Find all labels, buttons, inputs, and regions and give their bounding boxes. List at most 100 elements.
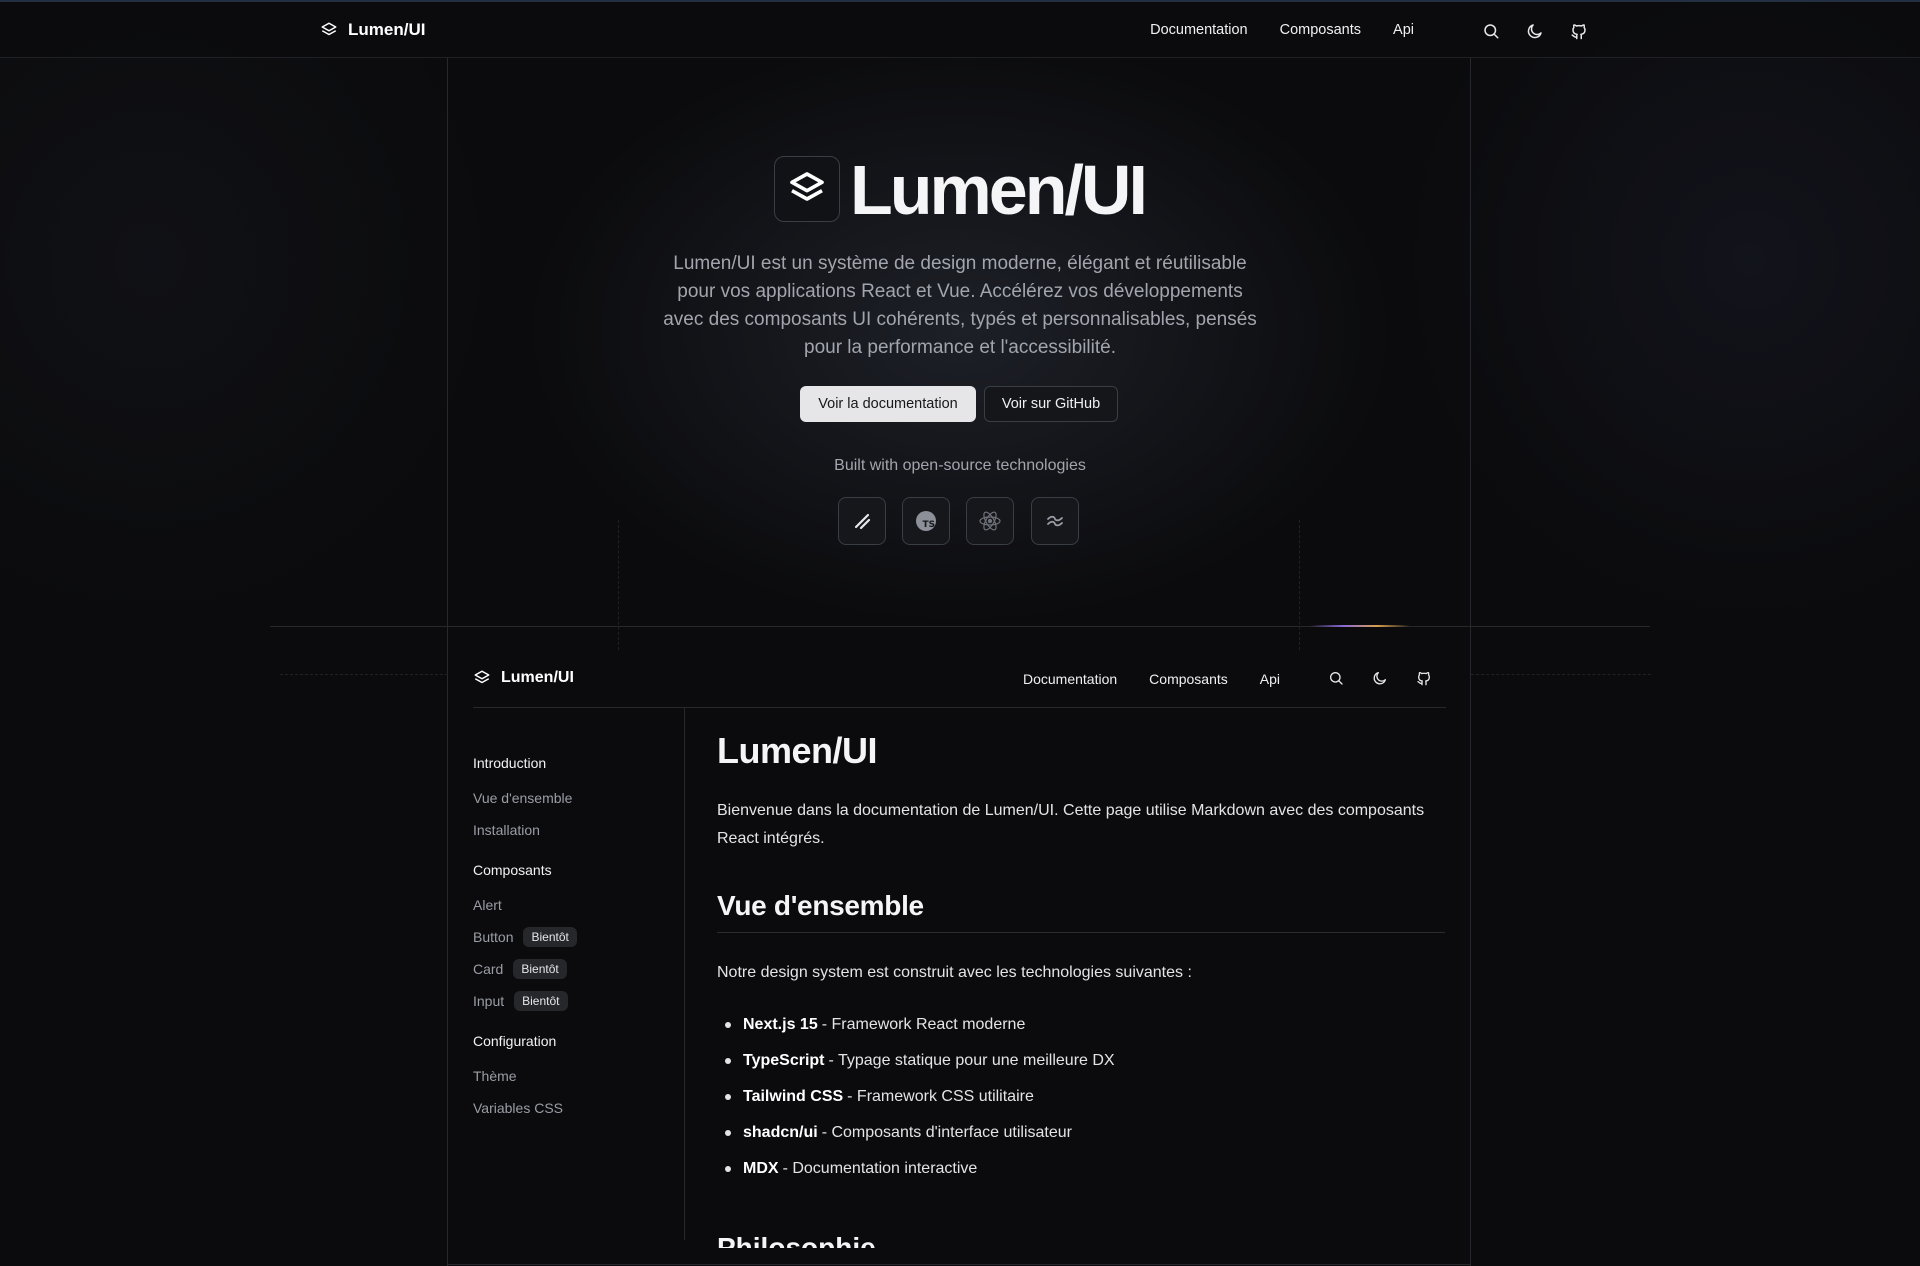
svg-text:TS: TS [923,520,936,530]
tech-react[interactable] [966,497,1014,545]
preview-nav-api[interactable]: Api [1260,671,1280,687]
guide-line [1299,520,1300,650]
bullet [725,1058,731,1064]
sidebar-item-label: Vue d'ensemble [473,790,573,806]
list-item-desc: - Documentation interactive [782,1160,978,1177]
list-item: Tailwind CSS - Framework CSS utilitaire [717,1079,1115,1115]
typescript-icon: TS [916,511,936,531]
nav-documentation[interactable]: Documentation [1150,22,1248,38]
doc-intro: Bienvenue dans la documentation de Lumen… [717,802,1425,847]
nextjs-icon [854,513,871,530]
sidebar-divider [684,708,685,1240]
github-icon[interactable] [1416,670,1432,686]
accent-beam [1310,625,1410,627]
sidebar-heading: Introduction [473,755,547,771]
nav-icon-group [1482,22,1588,40]
sidebar-item-label: Variables CSS [473,1100,564,1116]
list-item: Next.js 15- Framework React moderne [717,1007,1115,1043]
bullet [725,1094,731,1100]
sidebar-group-configuration: Configuration Thème Variables CSS [473,1033,673,1119]
preview-nav-documentation[interactable]: Documentation [1023,671,1117,687]
bullet [725,1022,731,1028]
sidebar-item-button[interactable]: Button Bientôt [473,926,673,948]
list-item: shadcn/ui - Composants d'interface utilis… [717,1115,1115,1151]
sidebar-group-composants: Composants Alert Button Bientôt Card Bient… [473,862,673,1012]
list-item-name: shadcn/ui [743,1124,818,1141]
sidebar-item-label: Input [473,993,505,1009]
view-github-button[interactable]: Voir sur GitHub [984,386,1118,422]
preview-brand-name: Lumen/UI [501,669,574,686]
sidebar-heading: Configuration [473,1033,557,1049]
preview-header-divider [473,707,1446,708]
guide-line [618,520,619,650]
soon-badge: Bientôt [514,991,568,1011]
section-lead: Notre design system est construit avec l… [717,964,1192,981]
sidebar-item-theme[interactable]: Thème [473,1065,673,1087]
tech-typescript[interactable]: TS [902,497,950,545]
docs-sidebar: Introduction Vue d'ensemble Installation… [473,755,673,1140]
hero-title: Lumen/UI [850,151,1148,229]
sidebar-group-introduction: Introduction Vue d'ensemble Installation [473,755,673,841]
sidebar-item-input[interactable]: Input Bientôt [473,990,673,1012]
layers-logo-icon [321,22,337,36]
guide-line [1471,674,1651,675]
main-nav: Documentation Composants Api [1150,22,1414,38]
list-item-desc: - Typage statique pour une meilleure DX [828,1052,1115,1069]
sidebar-item-label: Thème [473,1068,517,1084]
list-item-name: MDX [743,1160,779,1177]
sidebar-item-label: Alert [473,897,502,913]
github-icon[interactable] [1570,22,1588,40]
hero-description: Lumen/UI est un système de design modern… [663,253,1257,358]
sidebar-item-label: Button [473,929,514,945]
list-item-desc: - Framework React moderne [821,1016,1026,1033]
sidebar-item-installation[interactable]: Installation [473,819,673,841]
docs-content: Lumen/UI Bienvenue dans la documentation… [717,730,1445,1248]
tech-nextjs[interactable] [838,497,886,545]
sidebar-item-overview[interactable]: Vue d'ensemble [473,787,673,809]
brand-link[interactable]: Lumen/UI [320,20,425,40]
sidebar-heading: Composants [473,862,552,878]
section-heading-overview: Vue d'ensemble [717,890,1445,933]
frame-line-left [447,58,448,1266]
layers-logo-icon [474,670,490,684]
nav-api[interactable]: Api [1393,22,1414,38]
brand-name: Lumen/UI [348,20,426,39]
frame-line-right [1470,58,1471,1266]
tech-tailwind[interactable] [1031,497,1079,545]
layers-logo-icon [790,172,824,201]
tailwind-icon [1047,515,1063,527]
list-item-name: TypeScript [743,1052,825,1069]
search-icon[interactable] [1482,22,1500,40]
list-item-name: Next.js 15 [743,1016,818,1033]
soon-badge: Bientôt [523,927,577,947]
preview-brand-link[interactable]: Lumen/UI [473,669,574,687]
frame-line-bottom [447,1264,1471,1265]
list-item-desc: - Framework CSS utilitaire [847,1088,1034,1105]
list-item: MDX - Documentation interactive [717,1151,1115,1187]
list-item-desc: - Composants d'interface utilisateur [821,1124,1072,1141]
soon-badge: Bientôt [513,959,567,979]
hero-logo [774,156,840,222]
moon-icon[interactable] [1372,670,1388,686]
frame-line-middle [270,626,1650,627]
sidebar-item-label: Card [473,961,504,977]
doc-title: Lumen/UI [717,730,878,771]
preview-nav-icon-group [1328,670,1432,686]
bullet [725,1130,731,1136]
list-item-name: Tailwind CSS [743,1088,844,1105]
moon-icon[interactable] [1526,22,1544,40]
view-docs-button[interactable]: Voir la documentation [800,386,976,422]
built-with-label: Built with open-source technologies [834,457,1086,474]
tech-list: Next.js 15- Framework React moderne Type… [717,1007,1115,1187]
sidebar-item-card[interactable]: Card Bientôt [473,958,673,980]
preview-nav-composants[interactable]: Composants [1149,671,1228,687]
guide-line [280,674,448,675]
bullet [725,1166,731,1172]
sidebar-item-css-variables[interactable]: Variables CSS [473,1097,673,1119]
top-navbar: Lumen/UI Documentation Composants Api [0,0,1920,58]
react-icon [979,511,1001,531]
sidebar-item-alert[interactable]: Alert [473,894,673,916]
section-heading-philosophy: Philosophie [717,1232,876,1248]
nav-composants[interactable]: Composants [1280,22,1361,38]
search-icon[interactable] [1328,670,1344,686]
